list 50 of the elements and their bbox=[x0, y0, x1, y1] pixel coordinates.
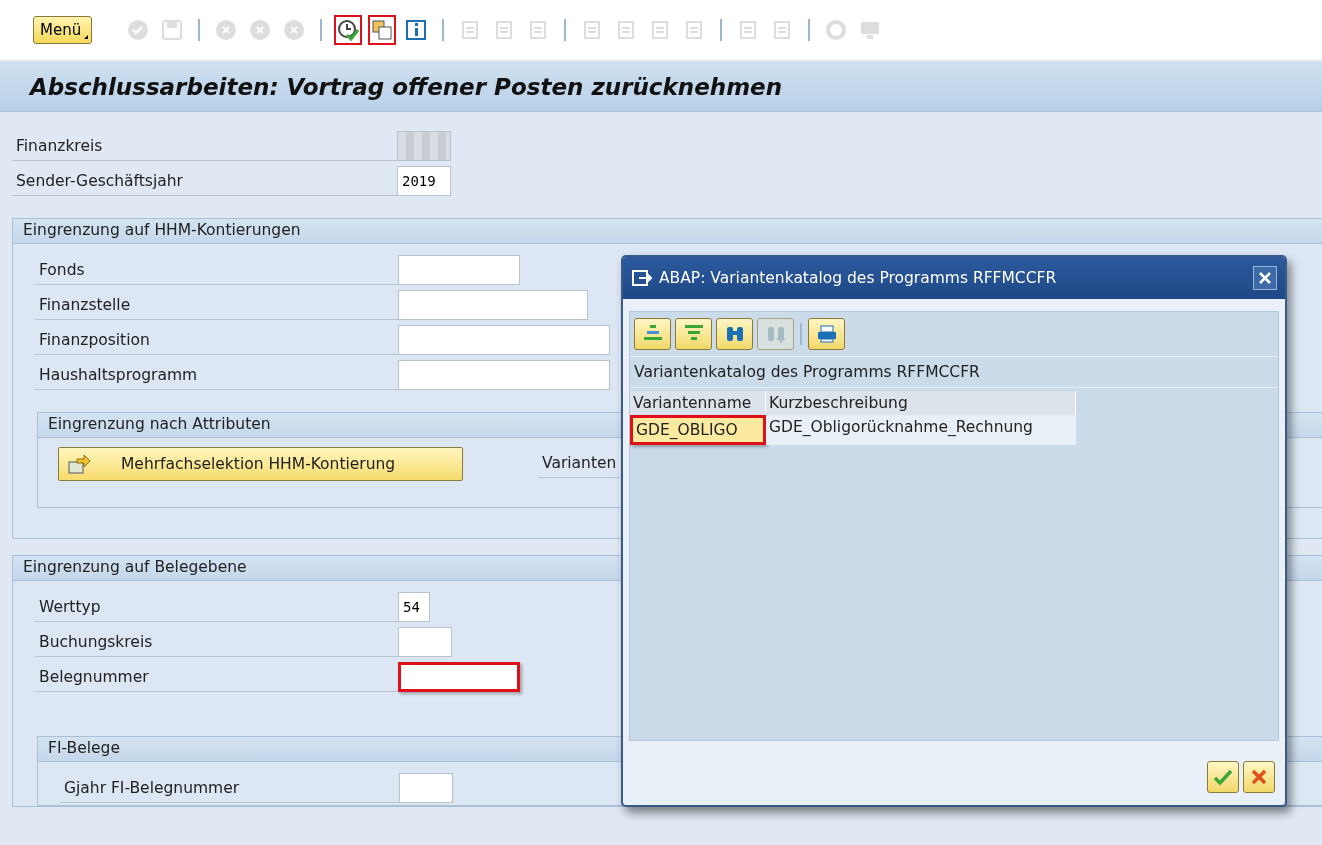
toolbar-button[interactable] bbox=[334, 15, 363, 45]
checkmark-icon bbox=[1213, 768, 1233, 786]
input-field[interactable] bbox=[398, 254, 520, 285]
list-title: Variantenkatalog des Programms RFFMCCFR bbox=[630, 357, 1278, 388]
field-label: Haushaltsprogramm bbox=[35, 359, 398, 390]
close-icon bbox=[1258, 271, 1272, 285]
field-label: Finanzstelle bbox=[35, 289, 398, 320]
input-field[interactable] bbox=[397, 130, 451, 161]
close-button[interactable] bbox=[1253, 266, 1277, 290]
toolbar-button[interactable] bbox=[368, 15, 397, 45]
field-label: Fonds bbox=[35, 254, 398, 285]
field-label: Finanzkreis bbox=[12, 130, 397, 161]
window-icon bbox=[631, 269, 653, 287]
input-field[interactable] bbox=[398, 289, 588, 320]
table-cell[interactable]: GDE_OBLIGO bbox=[630, 415, 766, 445]
monitor-icon bbox=[859, 19, 882, 41]
column-header: Kurzbeschreibung bbox=[766, 391, 1076, 415]
toolbar-button[interactable] bbox=[716, 318, 753, 350]
field-label: Varianten bbox=[538, 449, 621, 478]
input-field[interactable]: 54 bbox=[398, 591, 430, 622]
section-title: Eingrenzung auf HHM-Kontierungen bbox=[13, 219, 1322, 244]
field-label: Sender-Geschäftsjahr bbox=[12, 165, 397, 196]
input-field[interactable]: 2019 bbox=[397, 165, 451, 196]
cancel-icon bbox=[283, 19, 306, 41]
input-field[interactable] bbox=[398, 359, 610, 390]
input-field[interactable] bbox=[399, 772, 453, 803]
confirm-button[interactable] bbox=[1207, 761, 1239, 793]
info-icon bbox=[405, 19, 428, 41]
check-circle-icon bbox=[127, 19, 150, 41]
field-label: Buchungskreis bbox=[35, 626, 398, 657]
column-header: Variantenname bbox=[630, 391, 766, 415]
copy-icon bbox=[371, 19, 394, 41]
close-icon bbox=[1250, 768, 1268, 786]
menu-button[interactable]: Menü bbox=[33, 16, 93, 44]
page-title: Abschlussarbeiten: Vortrag offener Posten zurücknehmen bbox=[30, 73, 783, 100]
field-label: Gjahr FI-Belegnummer bbox=[60, 772, 399, 803]
input-field[interactable] bbox=[398, 626, 452, 657]
save-icon bbox=[161, 19, 184, 41]
execute-icon bbox=[337, 19, 360, 41]
multiple-selection-button[interactable]: Mehrfachselektion HHM-Kontierung bbox=[58, 446, 463, 481]
toolbar-button[interactable] bbox=[808, 318, 845, 350]
cancel-button[interactable] bbox=[1243, 761, 1275, 793]
input-field[interactable] bbox=[398, 324, 610, 355]
field-label: Werttyp bbox=[35, 591, 398, 622]
folder-arrow-icon bbox=[67, 452, 91, 475]
input-field[interactable] bbox=[398, 661, 520, 692]
dialog-title: ABAP: Variantenkatalog des Programms RFFMCCFR bbox=[659, 269, 1058, 287]
field-label: Belegnummer bbox=[35, 661, 398, 692]
table-cell[interactable]: GDE_Obligorücknahme_Rechnung bbox=[766, 415, 1076, 445]
field-label: Finanzposition bbox=[35, 324, 398, 355]
